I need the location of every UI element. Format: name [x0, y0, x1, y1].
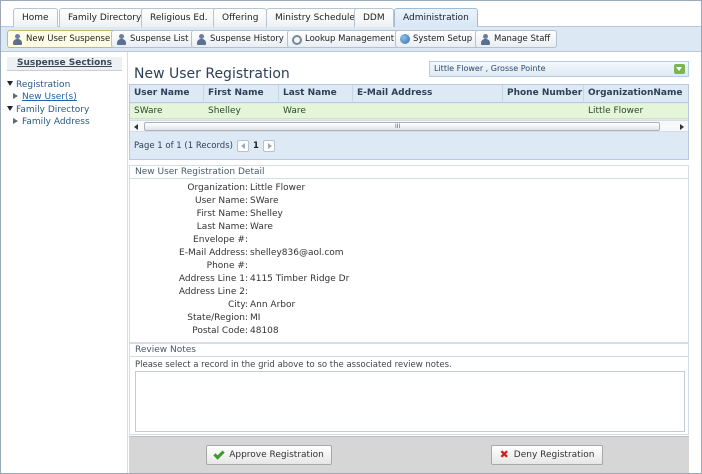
organization-select-value: Little Flower , Grosse Pointe: [434, 64, 546, 73]
review-notes-message: Please select a record in the grid above…: [135, 360, 452, 370]
main-tab-bar: Home Family Directory Religious Ed. Offe…: [1, 1, 701, 27]
column-header[interactable]: Phone Number: [503, 85, 584, 103]
horizontal-scrollbar[interactable]: III: [130, 120, 688, 132]
scroll-right-icon[interactable]: [680, 124, 684, 130]
globe-icon: [400, 34, 410, 44]
organization-select[interactable]: Little Flower , Grosse Pointe: [429, 61, 689, 77]
page-title: New User Registration: [134, 66, 290, 82]
tree-family-directory[interactable]: Family Directory: [7, 105, 89, 115]
right-gutter: [689, 52, 701, 473]
deny-label: Deny Registration: [513, 450, 595, 460]
current-page-number[interactable]: 1: [253, 141, 259, 151]
review-notes-title: Review Notes: [135, 345, 196, 355]
new-user-suspense-label: New User Suspense: [26, 34, 111, 44]
detail-field: Postal Code: 48108: [192, 326, 279, 336]
detail-field: Envelope #:: [193, 235, 248, 245]
tab-offering[interactable]: Offering: [213, 8, 268, 27]
cell-user-name: SWare: [134, 106, 163, 116]
approve-registration-button[interactable]: Approve Registration: [206, 445, 332, 465]
checkmark-icon: [213, 447, 225, 460]
detail-field: First Name: Shelley: [196, 209, 283, 219]
cell-first-name: Shelley: [208, 106, 241, 116]
system-setup-button[interactable]: System Setup: [395, 30, 480, 48]
tab-ministry-scheduler[interactable]: Ministry Scheduler: [266, 8, 368, 27]
tab-home[interactable]: Home: [13, 8, 58, 27]
sub-toolbar: New User Suspense Suspense List Suspense…: [1, 27, 701, 52]
expanded-arrow-icon: [7, 106, 13, 111]
detail-field: Organization: Little Flower: [187, 183, 306, 193]
registration-detail: New User Registration Detail Organizatio…: [129, 165, 689, 343]
detail-field: Address Line 1: 4115 Timber Ridge Dr: [178, 274, 350, 284]
user-icon: [196, 33, 207, 45]
cell-last-name: Ware: [283, 106, 306, 116]
suspense-list-label: Suspense List: [130, 34, 189, 44]
new-users-link[interactable]: New User(s): [22, 92, 77, 102]
tree-new-users[interactable]: New User(s): [13, 92, 77, 102]
main-panel: New User Registration Little Flower , Gr…: [129, 52, 689, 473]
tab-administration[interactable]: Administration: [394, 8, 478, 27]
next-page-button[interactable]: [262, 140, 275, 152]
column-header[interactable]: OrganizationName: [584, 85, 688, 103]
pager-summary: Page 1 of 1 (1 Records): [134, 141, 233, 151]
deny-registration-button[interactable]: ✖ Deny Registration: [491, 445, 603, 465]
sidebar: Suspense Sections Registration New User(…: [1, 52, 128, 473]
lookup-management-button[interactable]: Lookup Management: [287, 30, 402, 48]
column-header[interactable]: E-Mail Address: [353, 85, 503, 103]
suspense-history-label: Suspense History: [210, 34, 284, 44]
tab-family-directory[interactable]: Family Directory: [59, 8, 151, 27]
grip-icon: III: [395, 123, 401, 130]
detail-field: Last Name: Ware: [196, 222, 273, 232]
column-header[interactable]: First Name: [204, 85, 279, 103]
manage-staff-button[interactable]: Manage Staff: [475, 30, 558, 48]
cell-phone: [503, 104, 584, 119]
chevron-down-icon[interactable]: [674, 64, 685, 74]
detail-field: Address Line 2:: [178, 287, 248, 297]
column-header[interactable]: Last Name: [279, 85, 353, 103]
review-notes-textarea[interactable]: [135, 371, 685, 432]
suspense-history-button[interactable]: Suspense History: [191, 30, 291, 48]
approve-label: Approve Registration: [229, 450, 324, 460]
system-setup-label: System Setup: [413, 34, 473, 44]
cell-email: [353, 104, 503, 119]
divider: [130, 356, 688, 357]
suspense-list-button[interactable]: Suspense List: [111, 30, 196, 48]
tab-religious-ed[interactable]: Religious Ed.: [141, 8, 217, 27]
scroll-left-icon[interactable]: [134, 124, 138, 130]
column-header[interactable]: User Name: [130, 85, 204, 103]
user-icon: [12, 33, 23, 45]
collapsed-arrow-icon: [13, 93, 18, 99]
expanded-arrow-icon: [7, 81, 13, 86]
tab-ddm[interactable]: DDM: [354, 8, 394, 27]
action-bar: Approve Registration ✖ Deny Registration: [129, 436, 689, 473]
user-icon: [116, 33, 127, 45]
detail-field: E-Mail Address: shelley836@aol.com: [179, 248, 344, 258]
grid-pager: Page 1 of 1 (1 Records) 1: [134, 138, 275, 154]
table-row[interactable]: SWare Shelley Ware Little Flower: [130, 104, 688, 119]
collapsed-arrow-icon: [13, 118, 18, 124]
new-user-suspense-button[interactable]: New User Suspense: [7, 30, 118, 48]
tree-family-address[interactable]: Family Address: [13, 117, 90, 127]
detail-field: User Name: SWare: [195, 196, 279, 206]
tree-registration[interactable]: Registration: [7, 80, 70, 90]
manage-staff-label: Manage Staff: [494, 34, 551, 44]
lookup-management-label: Lookup Management: [305, 34, 395, 44]
grid-header: User Name First Name Last Name E-Mail Ad…: [130, 85, 688, 103]
review-notes-panel: Review Notes Please select a record in t…: [129, 343, 689, 435]
cell-organization: Little Flower: [588, 106, 644, 116]
registration-grid: User Name First Name Last Name E-Mail Ad…: [129, 84, 689, 160]
close-icon: ✖: [499, 448, 509, 461]
prev-page-button[interactable]: [236, 140, 249, 152]
detail-section-title: New User Registration Detail: [135, 167, 265, 177]
gear-icon: [292, 34, 302, 45]
detail-field: Phone #:: [206, 261, 248, 271]
sidebar-title: Suspense Sections: [7, 57, 122, 71]
divider: [130, 178, 688, 179]
app-window: Home Family Directory Religious Ed. Offe…: [0, 0, 702, 474]
user-icon: [480, 33, 491, 45]
detail-field: City: Ann Arbor: [227, 300, 296, 310]
scrollbar-thumb[interactable]: III: [144, 122, 660, 131]
detail-field: State/Region: MI: [187, 313, 261, 323]
